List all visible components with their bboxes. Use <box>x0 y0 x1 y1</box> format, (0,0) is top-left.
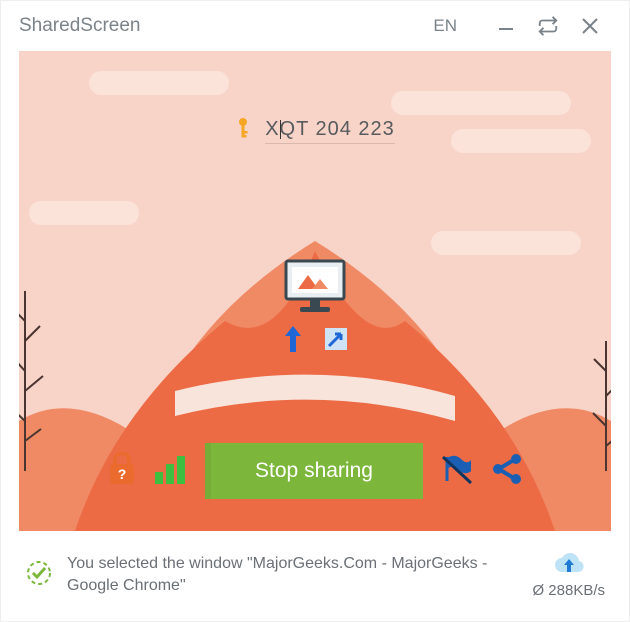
stop-sharing-button[interactable]: Stop sharing <box>205 443 423 499</box>
session-row: XQT 204 223 <box>19 117 611 145</box>
lock-help-icon[interactable]: ? <box>107 452 137 491</box>
status-bar: You selected the window "MajorGeeks.Com … <box>19 539 611 611</box>
upload-arrow-icon[interactable] <box>283 326 303 357</box>
mid-icons <box>283 326 347 357</box>
share-icon[interactable] <box>491 453 523 490</box>
network-status: Ø 288KB/s <box>532 552 605 599</box>
close-button[interactable] <box>569 16 611 36</box>
open-external-icon[interactable] <box>325 328 347 355</box>
app-title: SharedScreen <box>19 15 433 37</box>
monitor-icon <box>284 259 346 320</box>
svg-text:?: ? <box>118 466 127 482</box>
language-selector[interactable]: EN <box>433 16 457 36</box>
status-message: You selected the window "MajorGeeks.Com … <box>67 553 518 596</box>
flag-off-icon[interactable] <box>441 453 473 490</box>
refresh-button[interactable] <box>527 15 569 37</box>
app-window: SharedScreen EN <box>0 0 630 622</box>
action-bar: ? Stop sharing <box>19 443 611 499</box>
cloud-upload-icon[interactable] <box>553 563 585 580</box>
session-code[interactable]: XQT 204 223 <box>265 118 395 144</box>
minimize-button[interactable] <box>485 16 527 36</box>
status-check-icon <box>25 559 53 592</box>
key-icon <box>235 117 251 145</box>
titlebar: SharedScreen EN <box>1 1 629 51</box>
upload-speed: Ø 288KB/s <box>532 582 605 599</box>
illustration-area: XQT 204 223 <box>19 51 611 531</box>
signal-strength-icon[interactable] <box>155 454 187 489</box>
